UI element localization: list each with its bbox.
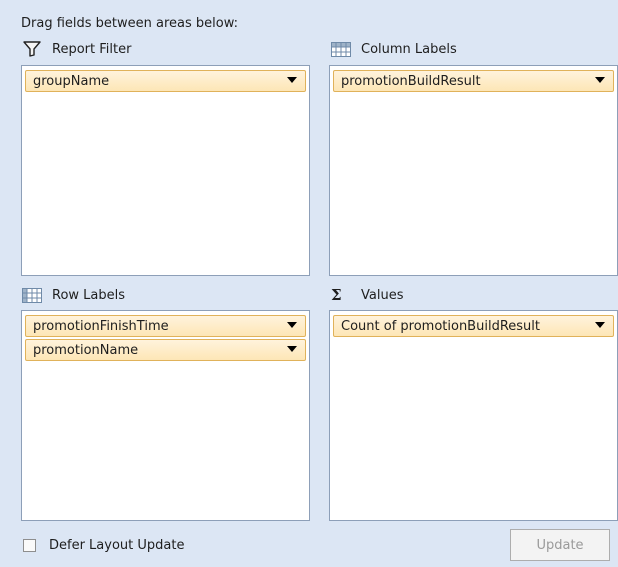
field-promotionfinishtime[interactable]: promotionFinishTime <box>25 315 306 337</box>
sigma-icon: Σ <box>331 286 342 304</box>
defer-layout-label: Defer Layout Update <box>49 538 185 553</box>
report-filter-label: Report Filter <box>22 39 131 59</box>
row-labels-title: Row Labels <box>52 287 126 303</box>
dropdown-arrow-icon[interactable] <box>595 322 605 328</box>
instructions-text: Drag fields between areas below: <box>21 16 239 31</box>
field-label: promotionName <box>33 342 139 358</box>
field-label: promotionFinishTime <box>33 318 169 334</box>
field-count-of-promotionbuildresult[interactable]: Count of promotionBuildResult <box>333 315 614 337</box>
dropdown-arrow-icon[interactable] <box>595 77 605 83</box>
defer-layout-checkbox[interactable] <box>23 539 36 552</box>
field-promotionname[interactable]: promotionName <box>25 339 306 361</box>
column-labels-area[interactable]: promotionBuildResult <box>329 65 618 276</box>
field-label: Count of promotionBuildResult <box>341 318 540 334</box>
dropdown-arrow-icon[interactable] <box>287 322 297 328</box>
column-grid-icon <box>331 41 351 57</box>
values-area[interactable]: Count of promotionBuildResult <box>329 310 618 521</box>
field-groupname[interactable]: groupName <box>25 70 306 92</box>
values-title: Values <box>361 287 404 303</box>
report-filter-area[interactable]: groupName <box>21 65 310 276</box>
column-labels-title: Column Labels <box>361 41 457 57</box>
dropdown-arrow-icon[interactable] <box>287 346 297 352</box>
defer-layout-update[interactable]: Defer Layout Update <box>23 538 184 553</box>
column-labels-label: Column Labels <box>331 39 457 59</box>
field-promotionbuildresult[interactable]: promotionBuildResult <box>333 70 614 92</box>
row-labels-area[interactable]: promotionFinishTime promotionName <box>21 310 310 521</box>
update-button[interactable]: Update <box>510 529 610 561</box>
values-label: Σ Values <box>331 285 403 305</box>
row-labels-label: Row Labels <box>22 285 125 305</box>
row-grid-icon <box>22 287 42 303</box>
dropdown-arrow-icon[interactable] <box>287 77 297 83</box>
filter-icon <box>22 41 42 57</box>
field-label: groupName <box>33 73 110 89</box>
report-filter-title: Report Filter <box>52 41 132 57</box>
field-label: promotionBuildResult <box>341 73 481 89</box>
